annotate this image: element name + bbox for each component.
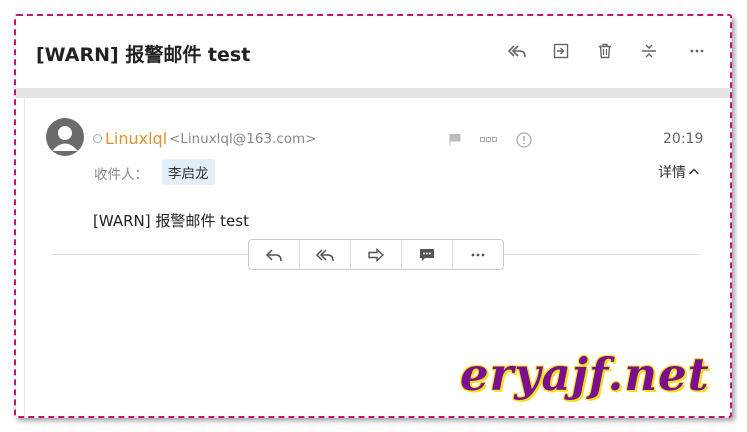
separator-band (16, 88, 730, 98)
sender-email: <Linuxlql@163.com> (169, 131, 317, 147)
status-dot (93, 134, 102, 143)
flag-button[interactable] (446, 132, 464, 148)
more-actions-button[interactable] (453, 240, 503, 269)
more-button[interactable] (686, 40, 708, 62)
reply-all-button[interactable] (506, 40, 528, 62)
tag-button[interactable] (480, 132, 498, 148)
user-avatar-icon (52, 126, 78, 151)
flag-icon (449, 134, 461, 146)
email-window: [WARN] 报警邮件 test Linuxlql <Linuxlql@163.… (14, 14, 732, 418)
email-subject: [WARN] 报警邮件 test (36, 44, 251, 66)
forward-button[interactable] (351, 240, 402, 269)
trash-icon (599, 43, 611, 59)
reply-all-icon (315, 248, 334, 261)
subject-bar: [WARN] 报警邮件 test (16, 16, 730, 88)
more-icon (471, 253, 485, 256)
collapse-icon (642, 44, 656, 58)
message-body: [WARN] 报警邮件 test (93, 212, 249, 230)
delete-button[interactable] (594, 40, 616, 62)
avatar[interactable] (46, 118, 84, 156)
recipient-label: 收件人： (94, 167, 148, 183)
reply-all-action-button[interactable] (300, 240, 351, 269)
chevron-up-icon (689, 168, 699, 175)
comment-icon (420, 248, 434, 261)
quick-actions (248, 239, 504, 270)
reply-icon (265, 248, 282, 261)
received-time: 20:19 (663, 131, 704, 147)
reply-button[interactable] (249, 240, 300, 269)
recipient-chip[interactable]: 李启龙 (162, 159, 215, 185)
sender-name[interactable]: Linuxlql (105, 129, 167, 148)
move-button[interactable] (550, 40, 572, 62)
collapse-button[interactable] (638, 40, 660, 62)
info-button[interactable] (515, 132, 533, 148)
reply-all-icon (507, 45, 526, 58)
forward-icon (368, 247, 385, 262)
tag-icon (480, 137, 497, 142)
info-icon (516, 132, 532, 148)
move-icon (553, 43, 569, 59)
watermark: eryajf.net (460, 348, 710, 401)
more-icon (690, 49, 704, 53)
details-toggle[interactable]: 详情 (658, 162, 700, 182)
details-label: 详情 (658, 165, 686, 181)
comment-button[interactable] (402, 240, 453, 269)
